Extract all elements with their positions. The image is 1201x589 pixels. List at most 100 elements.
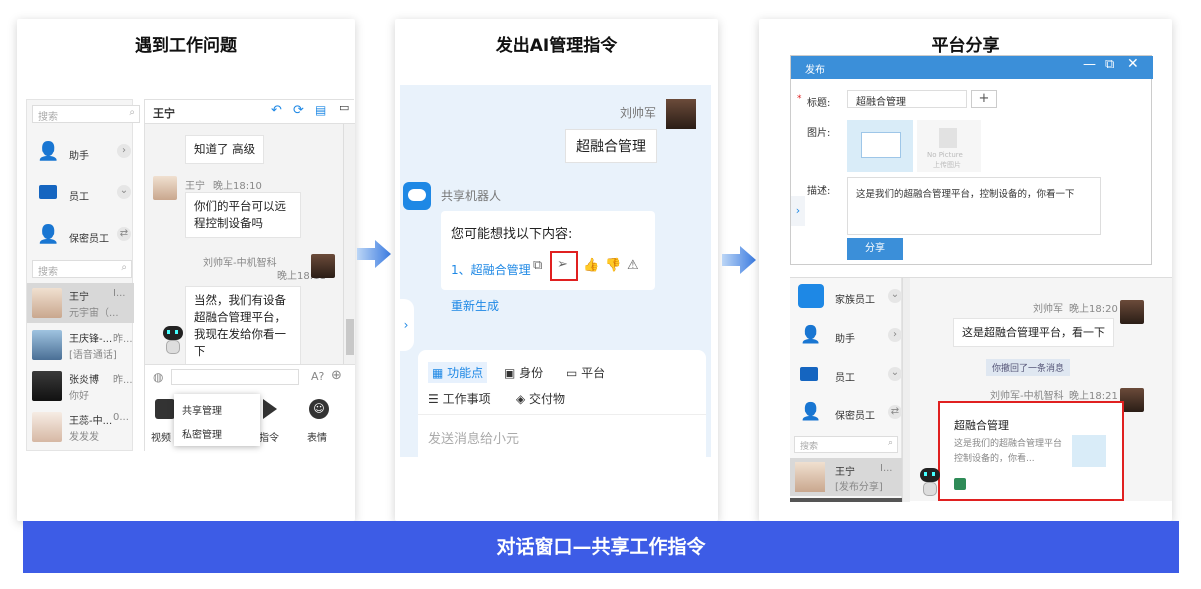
card-thumbnail: [1072, 435, 1106, 467]
panel-2: 发出AI管理指令 刘帅军 超融合管理 共享机器人 您可能想找以下内容: 1、超融…: [395, 19, 718, 521]
list-item[interactable]: 张炎博 昨... 你好: [27, 366, 134, 406]
add-icon[interactable]: ⊕: [331, 368, 342, 383]
note-icon[interactable]: ▤: [315, 103, 326, 117]
badge-icon: [798, 284, 824, 308]
recall-notice: 你撤回了一条消息: [986, 359, 1071, 376]
list-item[interactable]: 王宁 I... 元宇宙（...: [27, 283, 134, 323]
bot-response: 您可能想找以下内容: 1、超融合管理 ⧉ ➢ 👍 👎 ⚠: [441, 211, 655, 290]
list-item[interactable]: 王宁 I... [发布分享]: [790, 458, 902, 496]
composer-input[interactable]: 发送消息给小元: [428, 428, 519, 447]
contact-employee[interactable]: 员工 ⌄: [37, 183, 132, 205]
layers-icon: ◈: [516, 392, 530, 406]
emoji-icon[interactable]: ☺: [309, 399, 329, 419]
app-logo-icon: [954, 478, 966, 490]
swap-icon: ⇄: [117, 227, 131, 241]
suggestion-link[interactable]: 1、超融合管理: [451, 261, 531, 278]
maximize-icon[interactable]: ⧉: [1105, 57, 1114, 72]
panel-3: 平台分享 发布 — ⧉ ✕ * 标题: 超融合管理 + 图片: No Pictu…: [759, 19, 1172, 521]
chat-message: 你们的平台可以远程控制设备吗: [185, 192, 301, 238]
list-icon: ☰: [428, 392, 443, 406]
building-icon: [939, 128, 957, 148]
list-item[interactable]: 王蕊-中... 0... 发发发: [27, 407, 134, 447]
platform-icon: ▭: [566, 366, 582, 380]
bot-avatar-icon: [403, 182, 431, 210]
minimize-icon[interactable]: —: [1083, 57, 1096, 72]
tab-platform[interactable]: ▭ 平台: [566, 364, 605, 381]
voice-icon[interactable]: ◍: [153, 370, 163, 384]
chevron-right-icon: ›: [117, 144, 131, 158]
chat-message: 这是超融合管理平台，看一下: [953, 318, 1114, 347]
panel-1: 遇到工作问题 搜索 ⌕ 👤 助手 › 员工 ⌄ 👤 保密员工 ⇄ 搜索 ⌕ 王宁 I…: [17, 19, 355, 521]
avatar: [1120, 300, 1144, 324]
thumbs-up-icon[interactable]: 👍: [583, 258, 599, 273]
chevron-down-icon: ⌄: [117, 185, 131, 199]
contacts-sidebar: 搜索 ⌕ 👤 助手 › 员工 ⌄ 👤 保密员工 ⇄ 搜索 ⌕ 王宁 I... 元宇宙…: [26, 99, 140, 451]
regenerate-link[interactable]: 重新生成: [451, 297, 499, 314]
warning-icon[interactable]: ⚠: [627, 258, 639, 273]
refresh-icon[interactable]: ⟳: [293, 103, 304, 118]
tab-identity[interactable]: ▣ 身份: [504, 364, 543, 381]
contact-secret-employee[interactable]: 👤 保密员工 ⇄: [37, 225, 132, 247]
id-card-icon: [39, 185, 57, 199]
person-icon: 👤: [37, 141, 60, 162]
video-button[interactable]: [155, 399, 175, 419]
description-input[interactable]: 这是我们的超融合管理平台，控制设备的，你看一下: [847, 177, 1101, 235]
message-input[interactable]: [171, 369, 299, 385]
avatar: [666, 99, 696, 129]
font-button[interactable]: A?: [311, 370, 324, 383]
close-icon[interactable]: ✕: [1127, 56, 1139, 72]
share-button[interactable]: 分享: [847, 238, 903, 260]
panel-1-title: 遇到工作问题: [135, 36, 237, 56]
thumbs-down-icon[interactable]: 👎: [605, 258, 621, 273]
search-input[interactable]: 搜索 ⌕: [794, 436, 898, 453]
contacts-sidebar-3: 家族员工 ⌄ 👤 助手 › 员工 ⌄ 👤 保密员工 ⇄ 搜索 ⌕ 王宁 I...…: [790, 278, 902, 502]
send-command-button[interactable]: ➢: [550, 251, 578, 281]
command-button[interactable]: [263, 399, 277, 419]
avatar: [32, 288, 62, 318]
search-icon: ⌕: [887, 438, 893, 448]
publish-dialog: 发布 — ⧉ ✕ * 标题: 超融合管理 + 图片: No Picture 上传…: [790, 55, 1153, 265]
chat-scrollbar[interactable]: [343, 124, 355, 364]
robot-icon[interactable]: [918, 468, 942, 498]
search-input[interactable]: 搜索 ⌕: [32, 105, 140, 123]
list-item[interactable]: 王庆锋-... 昨... [语音通话]: [27, 325, 134, 365]
search-icon: ⌕: [129, 107, 135, 118]
expand-toggle[interactable]: ›: [398, 299, 414, 351]
composer: ▦ 功能点 ▣ 身份 ▭ 平台 ☰ 工作事项 ◈ 交付物 发送消息给小元: [418, 350, 706, 457]
contact-employee[interactable]: 员工 ⌄: [798, 364, 902, 386]
tab-work[interactable]: ☰ 工作事项: [428, 390, 491, 407]
sidebar-scrollbar[interactable]: [902, 278, 910, 502]
image-thumbnail[interactable]: [847, 120, 913, 172]
avatar: [795, 462, 825, 492]
send-icon: ➢: [557, 257, 568, 272]
window-icon[interactable]: ▭: [339, 101, 349, 114]
swap-icon: ⇄: [888, 405, 902, 419]
avatar: [311, 254, 335, 278]
tab-feature[interactable]: ▦ 功能点: [428, 362, 488, 383]
expand-toggle[interactable]: ›: [791, 196, 805, 226]
panel-3-title: 平台分享: [931, 36, 1000, 56]
tab-deliverable[interactable]: ◈ 交付物: [516, 390, 565, 407]
panel-2-title: 发出AI管理指令: [495, 36, 618, 56]
robot-icon[interactable]: [161, 326, 185, 356]
copy-icon[interactable]: ⧉: [533, 258, 542, 273]
contact-assistant[interactable]: 👤 助手 ›: [798, 325, 902, 347]
title-input[interactable]: 超融合管理: [847, 90, 967, 108]
search-input-2[interactable]: 搜索 ⌕: [32, 260, 132, 278]
chevron-down-icon: ⌄: [888, 289, 902, 303]
contact-family[interactable]: 家族员工 ⌄: [798, 284, 902, 310]
grid-icon: ▦: [432, 366, 448, 380]
shared-card[interactable]: 超融合管理 这是我们的超融合管理平台控制设备的，你看...: [938, 401, 1124, 501]
contact-assistant[interactable]: 👤 助手 ›: [37, 142, 132, 164]
arrow-right-icon: [357, 240, 391, 268]
menu-item-shared[interactable]: 共享管理: [182, 402, 222, 417]
upload-placeholder[interactable]: No Picture 上传图片: [917, 120, 981, 172]
contact-secret-employee[interactable]: 👤 保密员工 ⇄: [798, 402, 902, 424]
secret-person-icon: 👤: [800, 402, 822, 422]
chat-message: 当然，我们有设备超融合管理平台，我现在发给你看一下: [185, 286, 301, 366]
back-icon[interactable]: ↶: [271, 103, 282, 118]
menu-item-private[interactable]: 私密管理: [182, 426, 222, 441]
avatar: [32, 412, 62, 442]
add-button[interactable]: +: [971, 90, 997, 108]
command-popup: 共享管理 私密管理: [174, 394, 260, 446]
